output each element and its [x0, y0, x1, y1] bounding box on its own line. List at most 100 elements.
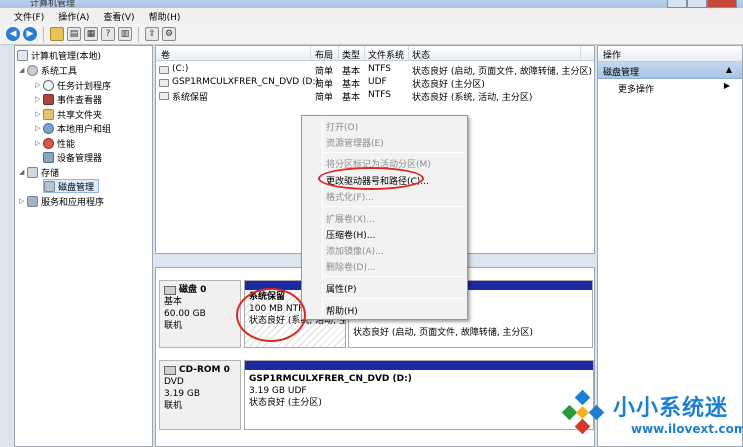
- volume-name: GSP1RMCULXFRER_CN_DVD (D:): [172, 77, 320, 87]
- watermark-title: 小小系统迷: [613, 396, 729, 421]
- table-row[interactable]: (C:) 简单 基本 NTFS 状态良好 (启动, 页面文件, 故障转储, 主分…: [156, 63, 594, 77]
- tree-node-root[interactable]: 计算机管理(本地): [17, 48, 101, 62]
- forward-arrow-icon[interactable]: ▶: [23, 27, 37, 41]
- toolbar-separator: [43, 26, 44, 42]
- menu-separator: [324, 206, 464, 207]
- menu-bar: 文件(F) 操作(A) 查看(V) 帮助(H): [0, 8, 743, 24]
- disk-0-size: 60.00 GB: [164, 309, 206, 319]
- toolbar: ◀ ▶ ▤ ▦ ? ▥ ⇪ ⚙: [0, 24, 743, 45]
- menu-item-format[interactable]: 格式化(F)...: [326, 190, 374, 203]
- menu-separator: [324, 152, 464, 153]
- expand-arrow-icon[interactable]: ▷: [35, 139, 43, 147]
- refresh-icon[interactable]: ▥: [118, 27, 132, 41]
- actions-section-disk-management[interactable]: 磁盘管理 ▲: [598, 62, 742, 79]
- menu-item-shrink[interactable]: 压缩卷(H)...: [326, 228, 375, 241]
- volume-filesystem: NTFS: [368, 90, 391, 100]
- tree-node-services[interactable]: ▷ 服务和应用程序: [19, 194, 104, 208]
- tree-node-disk-management[interactable]: 磁盘管理: [43, 179, 100, 193]
- tree-label: 事件查看器: [57, 95, 103, 106]
- expand-arrow-icon[interactable]: ▷: [35, 81, 43, 89]
- settings-icon[interactable]: ⚙: [162, 27, 176, 41]
- cdrom-0-label[interactable]: CD-ROM 0 DVD 3.19 GB 联机: [159, 360, 241, 430]
- services-icon: [27, 195, 38, 207]
- column-header-type[interactable]: 类型: [342, 48, 360, 61]
- back-arrow-icon[interactable]: ◀: [6, 27, 20, 41]
- drive-icon: [159, 92, 169, 100]
- partition-size: 3.19 GB UDF: [249, 386, 307, 396]
- menu-action[interactable]: 操作(A): [58, 10, 89, 23]
- tree-node-performance[interactable]: ▷ 性能: [35, 136, 75, 150]
- tree-node-event-viewer[interactable]: ▷ 事件查看器: [35, 92, 102, 106]
- tree-label: 存储: [41, 168, 60, 179]
- partition-status: 状态良好 (启动, 页面文件, 故障转储, 主分区): [353, 328, 534, 338]
- tools-icon: [27, 64, 38, 76]
- highlight-oval: [236, 288, 306, 342]
- actions-section-label: 磁盘管理: [603, 68, 640, 78]
- expand-arrow-icon[interactable]: ▷: [19, 197, 27, 205]
- volume-list-header: 卷 布局 类型 文件系统 状态: [156, 46, 594, 61]
- menu-item-properties[interactable]: 属性(P): [326, 282, 356, 295]
- collapse-arrow-icon[interactable]: ◢: [19, 168, 27, 176]
- expand-arrow-icon[interactable]: ▷: [35, 110, 43, 118]
- menu-item-help[interactable]: 帮助(H): [326, 304, 358, 317]
- menu-item-delete[interactable]: 删除卷(D)...: [326, 260, 376, 273]
- tree-node-shared-folders[interactable]: ▷ 共享文件夹: [35, 107, 102, 121]
- collapse-up-icon[interactable]: ▲: [726, 65, 732, 74]
- properties-icon[interactable]: ▦: [84, 27, 98, 41]
- column-header-volume[interactable]: 卷: [161, 48, 170, 61]
- menu-help[interactable]: 帮助(H): [149, 10, 181, 23]
- collapse-arrow-icon[interactable]: ◢: [19, 66, 27, 74]
- export-icon[interactable]: ⇪: [145, 27, 159, 41]
- drive-icon: [159, 79, 169, 87]
- disk-0-label[interactable]: 磁盘 0 基本 60.00 GB 联机: [159, 280, 241, 348]
- disk-0-type: 基本: [164, 297, 183, 307]
- table-row[interactable]: 系统保留 简单 基本 NTFS 状态良好 (系统, 活动, 主分区): [156, 89, 594, 103]
- up-folder-icon[interactable]: [50, 27, 64, 41]
- tree-node-task-scheduler[interactable]: ▷ 任务计划程序: [35, 78, 111, 92]
- menu-view[interactable]: 查看(V): [103, 10, 134, 23]
- menu-item-extend[interactable]: 扩展卷(X)...: [326, 212, 375, 225]
- table-row[interactable]: GSP1RMCULXFRER_CN_DVD (D:) 简单 基本 UDF 状态良…: [156, 76, 594, 90]
- disk-management-icon: [44, 180, 55, 192]
- tree-node-device-manager[interactable]: 设备管理器: [43, 150, 102, 164]
- partition-name: GSP1RMCULXFRER_CN_DVD (D:): [249, 374, 412, 384]
- performance-icon: [43, 137, 54, 149]
- tree-label: 服务和应用程序: [41, 197, 105, 208]
- tree-node-storage[interactable]: ◢ 存储: [19, 165, 59, 179]
- computer-icon: [17, 49, 28, 61]
- console-tree-icon[interactable]: ▤: [67, 27, 81, 41]
- context-menu: 打开(O) 资源管理器(E) 将分区标记为活动分区(M) 更改驱动器号和路径(C…: [301, 115, 468, 320]
- close-button[interactable]: [706, 0, 737, 8]
- volume-filesystem: UDF: [368, 77, 387, 87]
- shared-folder-icon: [43, 108, 54, 120]
- cdrom-0-size: 3.19 GB: [164, 389, 201, 399]
- partition-dvd[interactable]: GSP1RMCULXFRER_CN_DVD (D:) 3.19 GB UDF 状…: [244, 360, 594, 430]
- menu-gutter: [322, 118, 323, 317]
- menu-item-open[interactable]: 打开(O): [326, 120, 358, 133]
- device-manager-icon: [43, 151, 54, 163]
- menu-item-add-mirror[interactable]: 添加镜像(A)...: [326, 244, 384, 257]
- cdrom-0-name: CD-ROM 0: [164, 364, 236, 376]
- tree-node-local-users[interactable]: ▷ 本地用户和组: [35, 121, 111, 135]
- actions-header: 操作: [598, 46, 742, 62]
- volume-name: (C:): [172, 64, 189, 74]
- tree-label: 任务计划程序: [57, 81, 112, 92]
- maximize-button[interactable]: [686, 0, 707, 8]
- tree-label: 设备管理器: [57, 153, 103, 164]
- menu-item-explore[interactable]: 资源管理器(E): [326, 136, 384, 149]
- cdrom-0-type: DVD: [164, 377, 184, 387]
- column-header-layout[interactable]: 布局: [315, 48, 333, 61]
- watermark: 小小系统迷 www.ilovext.com: [555, 382, 743, 447]
- more-actions-item[interactable]: 更多操作 ▶: [598, 79, 742, 95]
- expand-arrow-icon[interactable]: ▷: [35, 95, 43, 103]
- menu-file[interactable]: 文件(F): [14, 10, 44, 23]
- column-header-status[interactable]: 状态: [412, 48, 430, 61]
- tree-node-system-tools[interactable]: ◢ 系统工具: [19, 63, 77, 77]
- help-icon[interactable]: ?: [101, 27, 115, 41]
- tree-label: 本地用户和组: [57, 124, 112, 135]
- minimize-button[interactable]: [667, 0, 687, 8]
- expand-arrow-icon[interactable]: ▷: [35, 124, 43, 132]
- column-header-filesystem[interactable]: 文件系统: [368, 48, 404, 61]
- console-tree: 计算机管理(本地) ◢ 系统工具 ▷ 任务计划程序 ▷ 事件查看器 ▷ 共享文件…: [14, 45, 153, 447]
- volume-status: 状态良好 (系统, 活动, 主分区): [412, 93, 533, 103]
